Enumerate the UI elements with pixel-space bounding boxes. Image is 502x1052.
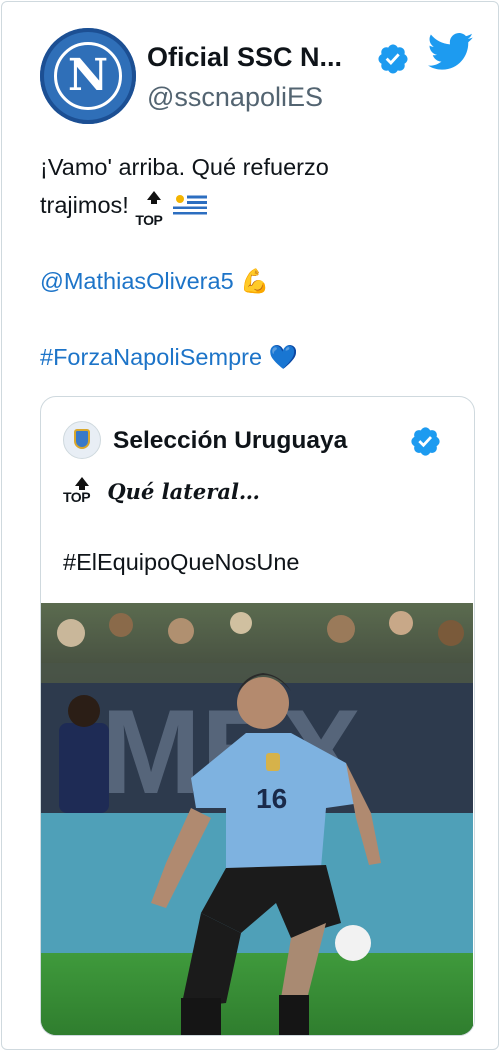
top-label: TOP [63, 489, 91, 505]
logo-letter: N [67, 50, 109, 101]
mention-link[interactable]: @MathiasOlivera5 [40, 268, 234, 294]
avatar[interactable]: N [40, 28, 136, 124]
top-arrow-icon: TOP [135, 191, 173, 228]
flexed-biceps-icon: 💪 [240, 268, 270, 294]
top-arrow-icon: TOP [63, 477, 101, 507]
player-photo[interactable]: MEX 16 [41, 603, 473, 1035]
tweet-text-line1: ¡Vamo' arriba. Qué refuerzo [40, 154, 329, 180]
quoted-text: Qué lateral… [107, 479, 260, 504]
tweet-card[interactable]: N Oficial SSC N... @sscnapoliES ¡Vamo' a… [1, 1, 499, 1050]
quoted-avatar[interactable] [63, 421, 101, 459]
author-handle[interactable]: @sscnapoliES [147, 82, 323, 113]
auf-shield-icon [74, 429, 90, 449]
hashtag-line: #ForzaNapoliSempre 💙 [40, 340, 298, 375]
jersey-number: 16 [256, 783, 287, 814]
tweet-text-trajimos: trajimos! [40, 192, 129, 218]
blue-heart-icon: 💙 [268, 344, 298, 370]
napoli-logo: N [54, 42, 122, 110]
tweet-text-line2: trajimos! TOP [40, 188, 208, 228]
quoted-tweet[interactable]: Selección Uruguaya TOP Qué lateral… #ElE… [40, 396, 475, 1036]
verified-badge-icon [411, 427, 440, 456]
twitter-bird-icon[interactable] [428, 32, 474, 72]
author-name[interactable]: Oficial SSC N... [147, 42, 342, 73]
quoted-hashtag[interactable]: #ElEquipoQueNosUne [63, 549, 299, 576]
verified-badge-icon [378, 44, 408, 74]
player-photo-drawing: MEX 16 [41, 603, 473, 1035]
hashtag-link[interactable]: #ForzaNapoliSempre [40, 344, 262, 370]
top-label: TOP [135, 212, 163, 228]
uruguay-flag-icon [173, 193, 208, 217]
quoted-author-name[interactable]: Selección Uruguaya [113, 427, 347, 455]
quoted-text-line1: TOP Qué lateral… [63, 477, 260, 507]
mention-line: @MathiasOlivera5 💪 [40, 264, 269, 299]
